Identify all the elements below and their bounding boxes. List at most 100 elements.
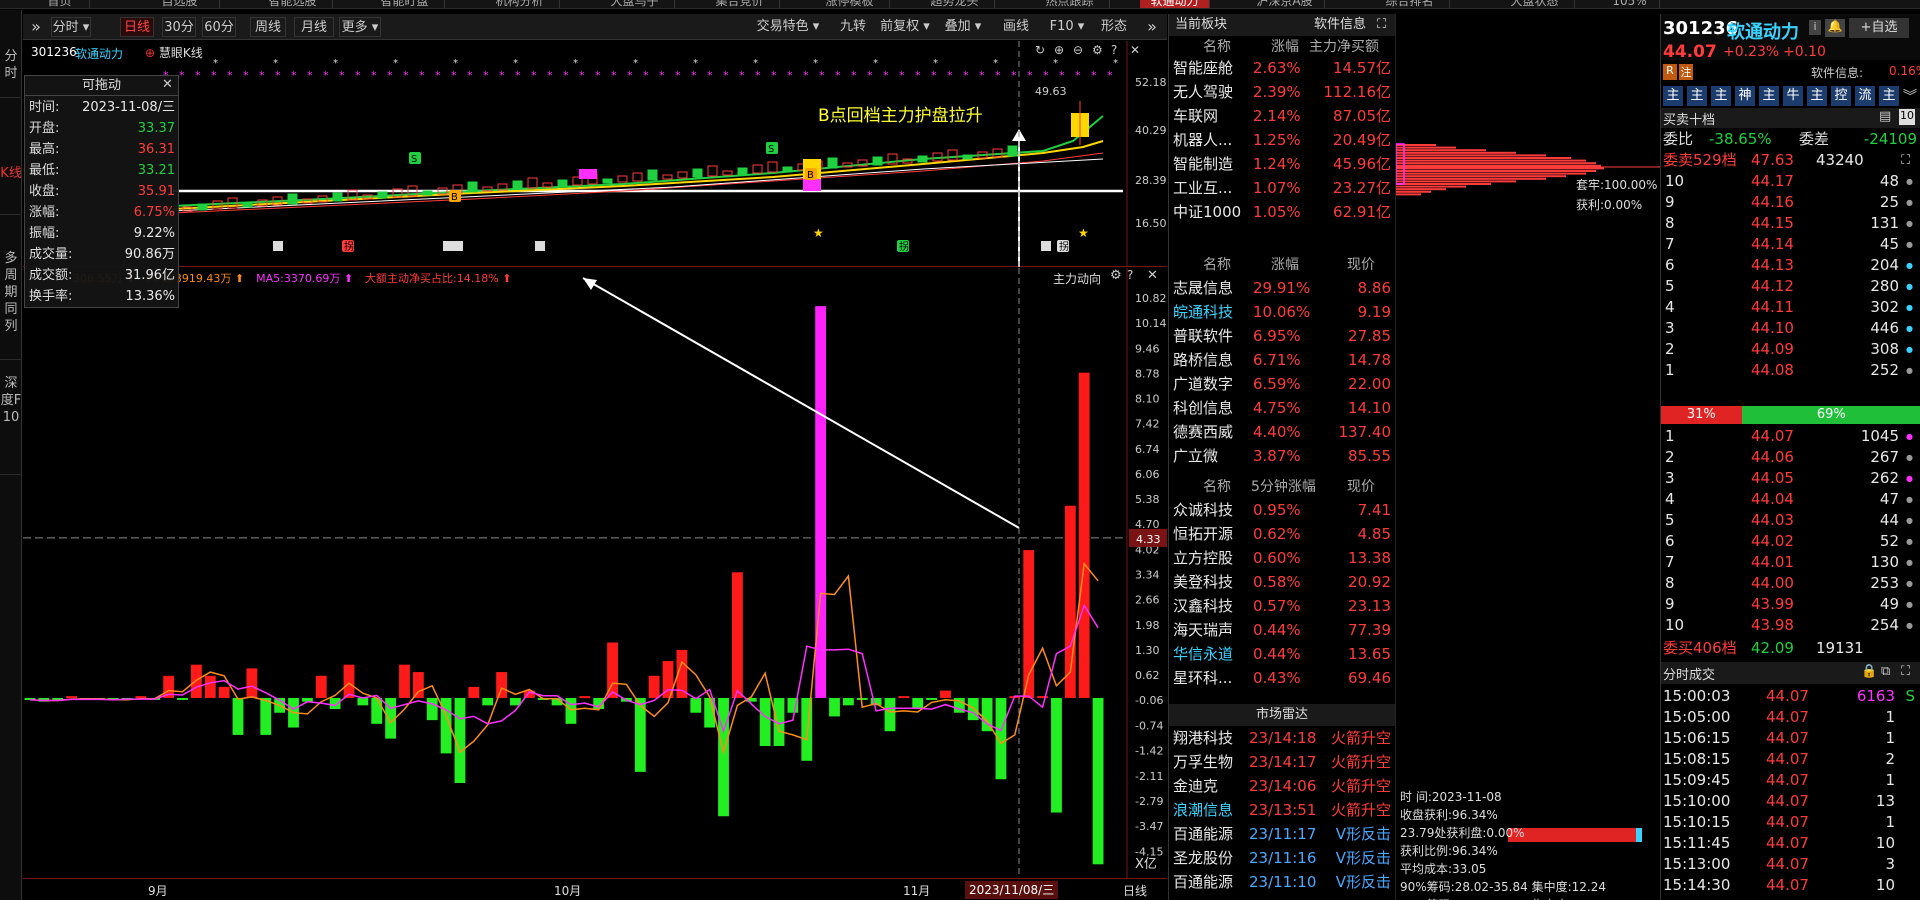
radar-item[interactable]: 万孚生物 23/14:17 火箭升空 bbox=[1169, 750, 1395, 774]
list-item[interactable]: 华信永道 0.44% 13.65 bbox=[1169, 642, 1395, 666]
kline-tool-icon[interactable]: ⊕ bbox=[1054, 43, 1064, 57]
feature-button[interactable]: 主 bbox=[1711, 86, 1731, 106]
col-header[interactable]: 主力净买额 bbox=[1309, 36, 1379, 58]
col-header[interactable]: 现价 bbox=[1347, 476, 1375, 498]
feature-button[interactable]: 牛 bbox=[1783, 86, 1803, 106]
list-item[interactable]: 汉鑫科技 0.57% 23.13 bbox=[1169, 594, 1395, 618]
top-tab[interactable]: 软通动力 bbox=[1140, 0, 1210, 8]
list-item[interactable]: 皖通科技 10.06% 9.19 bbox=[1169, 300, 1395, 324]
top-tab[interactable]: 智能选股 bbox=[253, 0, 333, 8]
ask-row[interactable]: 9 44.16 25 ● bbox=[1661, 192, 1920, 213]
kline-tool-icon[interactable]: ⚙ bbox=[1092, 43, 1103, 57]
nav-multi-period[interactable]: 多周期同列 bbox=[0, 250, 22, 360]
feature-button[interactable]: 流 bbox=[1855, 86, 1875, 106]
ask-row[interactable]: 1 44.08 252 ● bbox=[1661, 360, 1920, 381]
collapse-icon[interactable]: ︾ bbox=[1903, 86, 1917, 106]
list-item[interactable]: 广立微 3.87% 85.55 bbox=[1169, 444, 1395, 468]
feature-button[interactable]: 主 bbox=[1807, 86, 1827, 106]
list-item[interactable]: 车联网 2.14% 87.05亿 bbox=[1169, 104, 1395, 128]
toolbar-button[interactable]: 画线 bbox=[996, 17, 1036, 37]
top-tab[interactable]: 集合竞价 bbox=[700, 0, 780, 8]
col-header[interactable]: 5分钟涨幅 bbox=[1251, 476, 1316, 498]
kline-tool-icon[interactable]: ↻ bbox=[1035, 43, 1045, 57]
radar-item[interactable]: 浪潮信息 23/13:51 火箭升空 bbox=[1169, 798, 1395, 822]
list-item[interactable]: 工业互... 1.07% 23.27亿 bbox=[1169, 176, 1395, 200]
feature-button[interactable]: 主 bbox=[1879, 86, 1899, 106]
ask-row[interactable]: 6 44.13 204 ● bbox=[1661, 255, 1920, 276]
list-item[interactable]: 智能座舱 2.63% 14.57亿 bbox=[1169, 56, 1395, 80]
col-header[interactable]: 名称 bbox=[1203, 36, 1231, 58]
bid-row[interactable]: 9 43.99 49 ● bbox=[1661, 594, 1920, 615]
radar-item[interactable]: 金迪克 23/14:06 火箭升空 bbox=[1169, 774, 1395, 798]
top-tab[interactable]: 大盘鸟子 bbox=[595, 0, 675, 8]
list-item[interactable]: 众诚科技 0.95% 7.41 bbox=[1169, 498, 1395, 522]
toolbar-button[interactable]: 九转 bbox=[833, 17, 873, 37]
list-item[interactable]: 海天瑞声 0.44% 77.39 bbox=[1169, 618, 1395, 642]
top-tab[interactable]: 涨停模板 bbox=[810, 0, 890, 8]
ask-row[interactable]: 4 44.11 302 ● bbox=[1661, 297, 1920, 318]
tag-note[interactable]: 注 bbox=[1679, 64, 1693, 80]
ask-row[interactable]: 2 44.09 308 ● bbox=[1661, 339, 1920, 360]
list-item[interactable]: 立方控股 0.60% 13.38 bbox=[1169, 546, 1395, 570]
expand-sidebar-icon[interactable]: » bbox=[27, 17, 45, 37]
list-item[interactable]: 广道数字 6.59% 22.00 bbox=[1169, 372, 1395, 396]
feature-button[interactable]: 主 bbox=[1687, 86, 1707, 106]
list-item[interactable]: 志晟信息 29.91% 8.86 bbox=[1169, 276, 1395, 300]
kline-chart[interactable]: 52.1840.2928.3916.50↻ ⊕ ⊖ ⚙? ✕* * * * * * * * * * * * * *… bbox=[23, 41, 1167, 267]
tag-r[interactable]: R bbox=[1663, 64, 1677, 80]
close-icon[interactable]: ✕ bbox=[162, 77, 173, 92]
radar-item[interactable]: 百通能源 23/11:10 V形反击 bbox=[1169, 870, 1395, 894]
kline-tool-icon[interactable]: ✕ bbox=[1130, 43, 1140, 57]
nav-kline[interactable]: K线 bbox=[0, 165, 22, 215]
expand-icon[interactable]: » bbox=[1143, 17, 1161, 37]
list-item[interactable]: 恒拓开源 0.62% 4.85 bbox=[1169, 522, 1395, 546]
toolbar-button[interactable]: 形态 bbox=[1094, 17, 1134, 37]
top-tab[interactable]: 智能盯盘 bbox=[365, 0, 445, 8]
list-item[interactable]: 机器人... 1.25% 20.49亿 bbox=[1169, 128, 1395, 152]
expand-icon[interactable]: ⛶ bbox=[1901, 664, 1910, 679]
period-tab[interactable]: 更多 ▾ bbox=[339, 17, 381, 37]
toolbar-button[interactable]: F10 ▾ bbox=[1046, 17, 1088, 37]
list-item[interactable]: 中证1000 1.05% 62.91亿 bbox=[1169, 200, 1395, 224]
list-item[interactable]: 美登科技 0.58% 20.92 bbox=[1169, 570, 1395, 594]
toolbar-button[interactable]: 交易特色 ▾ bbox=[748, 17, 828, 37]
toolbar-button[interactable]: 叠加 ▾ bbox=[935, 17, 991, 37]
col-header[interactable]: 涨幅 bbox=[1271, 254, 1299, 276]
col-header[interactable]: 名称 bbox=[1203, 254, 1231, 276]
ten-level-icon[interactable]: 10 bbox=[1899, 109, 1915, 125]
info-popup[interactable]: 可拖动 ✕ 时间: 2023-11-08/三 开盘: 33.37 最高: 36.31 最低:… bbox=[24, 75, 179, 308]
list-icon[interactable]: ▤ bbox=[1879, 109, 1891, 124]
ask-row[interactable]: 10 44.17 48 ● bbox=[1661, 171, 1920, 192]
top-tab[interactable]: 沪深京A股 bbox=[1245, 0, 1325, 8]
bid-row[interactable]: 5 44.03 44 ● bbox=[1661, 510, 1920, 531]
sector-title[interactable]: 当前板块 bbox=[1175, 14, 1227, 36]
top-tab[interactable]: 大盘状态 bbox=[1495, 0, 1575, 8]
col-header[interactable]: 现价 bbox=[1347, 254, 1375, 276]
col-header[interactable]: 名称 bbox=[1203, 476, 1231, 498]
soft-info-title[interactable]: 软件信息 bbox=[1314, 14, 1366, 36]
top-tab[interactable]: 综合排名 bbox=[1370, 0, 1450, 8]
list-item[interactable]: 德赛西威 4.40% 137.40 bbox=[1169, 420, 1395, 444]
bid-row[interactable]: 7 44.01 130 ● bbox=[1661, 552, 1920, 573]
bid-row[interactable]: 6 44.02 52 ● bbox=[1661, 531, 1920, 552]
add-watchlist-button[interactable]: +自选 bbox=[1849, 18, 1909, 38]
bid-row[interactable]: 10 43.98 254 ● bbox=[1661, 615, 1920, 636]
list-item[interactable]: 普联软件 6.95% 27.85 bbox=[1169, 324, 1395, 348]
feature-button[interactable]: 神 bbox=[1735, 86, 1755, 106]
kline-tool-icon[interactable]: ⊖ bbox=[1073, 43, 1083, 57]
period-tab[interactable]: 60分 bbox=[202, 17, 236, 37]
expand-icon[interactable]: ⛶ bbox=[1901, 150, 1910, 171]
top-tab[interactable]: 自选股 bbox=[140, 0, 220, 8]
period-tab[interactable]: 月线 bbox=[294, 17, 334, 37]
expand-icon[interactable]: ⛶ bbox=[1377, 14, 1386, 36]
list-item[interactable]: 科创信息 4.75% 14.10 bbox=[1169, 396, 1395, 420]
bid-row[interactable]: 8 44.00 253 ● bbox=[1661, 573, 1920, 594]
ask-row[interactable]: 8 44.15 131 ● bbox=[1661, 213, 1920, 234]
info-icon[interactable]: i bbox=[1809, 20, 1821, 35]
feature-button[interactable]: 主 bbox=[1759, 86, 1779, 106]
lock-icon[interactable]: 🔒 bbox=[1861, 664, 1877, 679]
period-tab[interactable]: 分时 ▾ bbox=[51, 17, 91, 37]
list-item[interactable]: 智能制造 1.24% 45.96亿 bbox=[1169, 152, 1395, 176]
top-tab[interactable]: 超势龙头 bbox=[915, 0, 995, 8]
period-label[interactable]: 日线 bbox=[1123, 882, 1147, 899]
